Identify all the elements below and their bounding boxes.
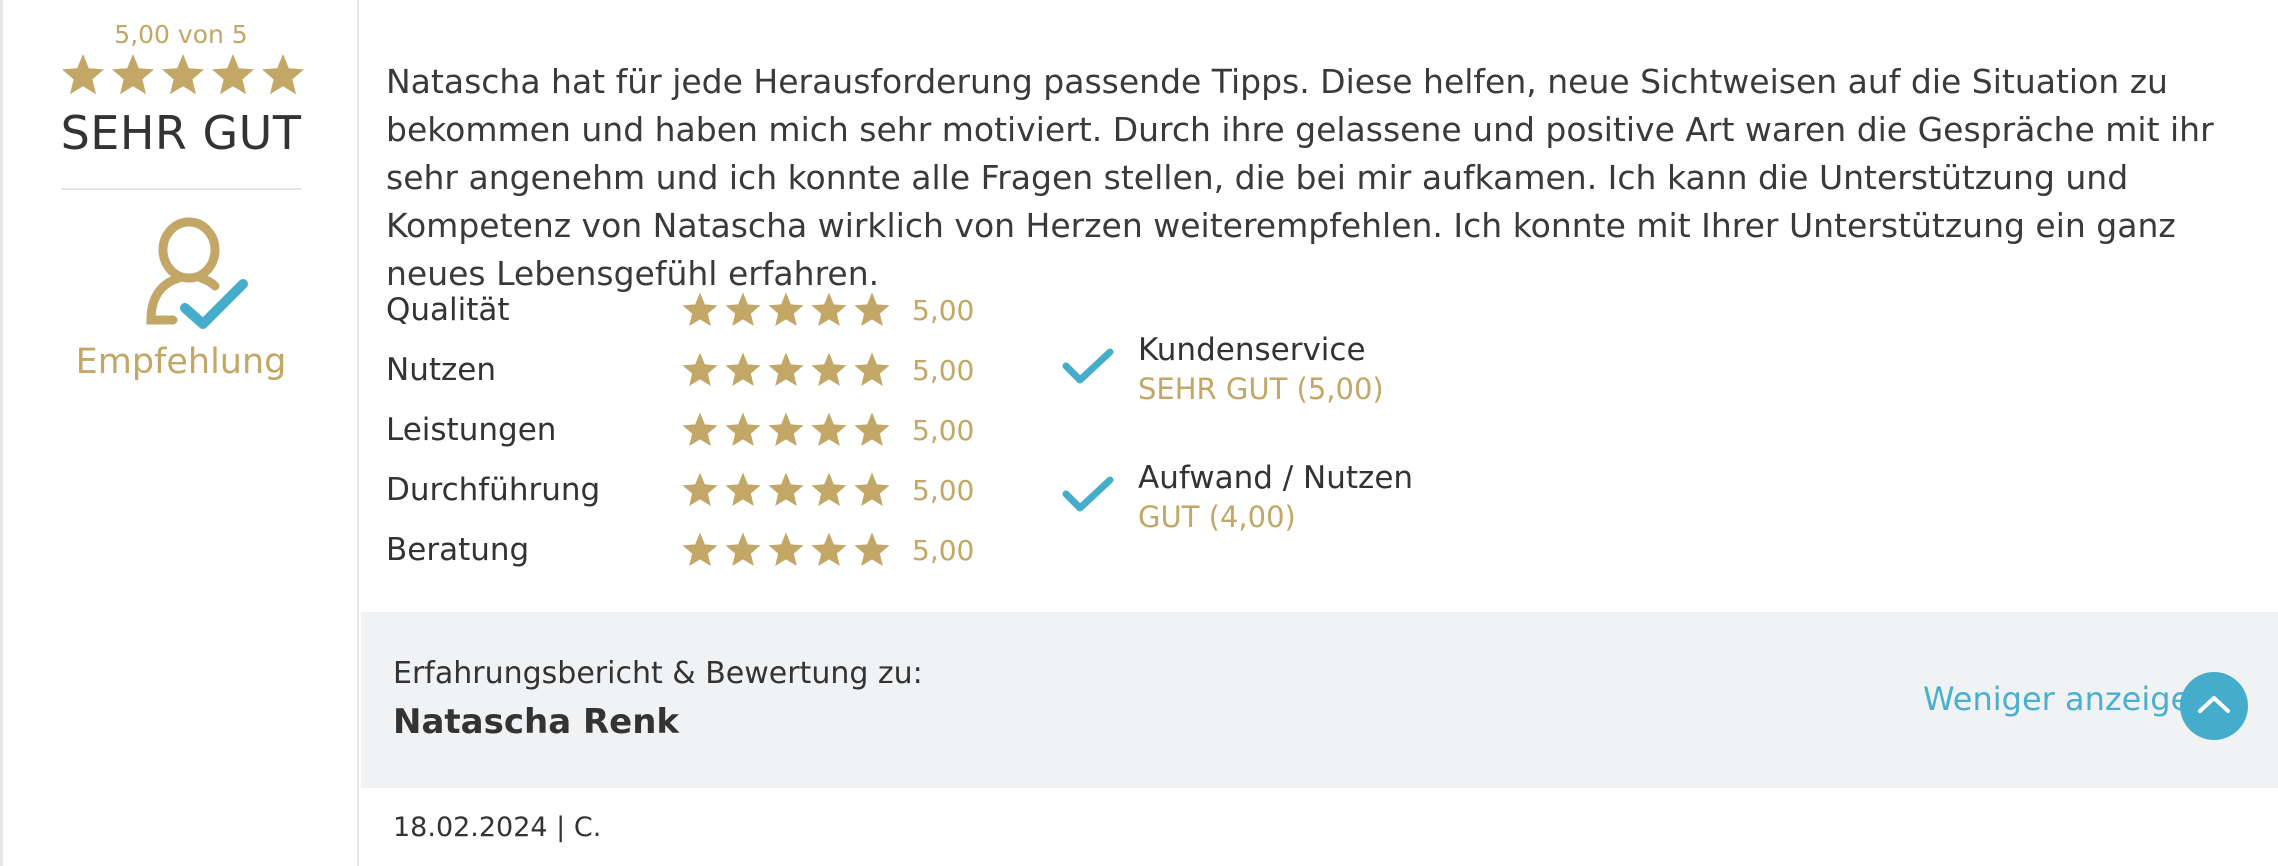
criteria-label: Durchführung xyxy=(386,472,601,508)
review-text: Natascha hat für jede Herausforderung pa… xyxy=(386,62,2214,293)
star-icon xyxy=(723,290,763,330)
star-icon xyxy=(680,470,720,510)
overall-stars xyxy=(59,51,309,99)
criteria-stars xyxy=(680,350,895,390)
star-icon xyxy=(852,410,892,450)
criteria-value: 5,00 xyxy=(912,294,975,327)
star-icon xyxy=(109,51,157,99)
chevron-up-icon xyxy=(2197,694,2231,718)
aspect-name: Aufwand / Nutzen xyxy=(1138,460,1414,496)
sidebar-divider xyxy=(61,188,301,190)
rating-sidebar: 5,00 von 5 SEHR GUT Empfehlung xyxy=(3,0,359,866)
star-icon xyxy=(809,350,849,390)
star-icon xyxy=(809,470,849,510)
show-less-link[interactable]: Weniger anzeigen xyxy=(1923,680,2211,718)
star-icon xyxy=(723,350,763,390)
star-icon xyxy=(723,530,763,570)
star-icon xyxy=(809,530,849,570)
star-icon xyxy=(159,51,207,99)
star-icon xyxy=(723,410,763,450)
review-footer: Erfahrungsbericht & Bewertung zu: Natasc… xyxy=(361,612,2278,788)
star-icon xyxy=(766,470,806,510)
star-icon xyxy=(852,470,892,510)
criteria-stars xyxy=(680,410,895,450)
review-date-author: 18.02.2024 | C. xyxy=(393,812,602,843)
review-card: 5,00 von 5 SEHR GUT Empfehlung Natascha … xyxy=(0,0,2278,866)
star-icon xyxy=(766,410,806,450)
star-icon xyxy=(809,410,849,450)
star-icon xyxy=(809,290,849,330)
criteria-value: 5,00 xyxy=(912,354,975,387)
criteria-label: Beratung xyxy=(386,532,530,568)
criteria-value: 5,00 xyxy=(912,534,975,567)
criteria-value: 5,00 xyxy=(912,414,975,447)
criteria-label: Leistungen xyxy=(386,412,557,448)
star-icon xyxy=(766,290,806,330)
criteria-stars xyxy=(680,290,895,330)
criteria-stars xyxy=(680,470,895,510)
criteria-label: Nutzen xyxy=(386,352,496,388)
star-icon xyxy=(852,290,892,330)
criteria-stars xyxy=(680,530,895,570)
user-check-icon xyxy=(143,212,263,332)
overall-score: 5,00 von 5 xyxy=(114,20,248,49)
star-icon xyxy=(209,51,257,99)
star-icon xyxy=(852,350,892,390)
star-icon xyxy=(259,51,307,99)
collapse-button[interactable] xyxy=(2180,672,2248,740)
star-icon xyxy=(723,470,763,510)
recommendation-label: Empfehlung xyxy=(75,342,287,382)
criteria-label: Qualität xyxy=(386,292,510,328)
star-icon xyxy=(680,410,720,450)
star-icon xyxy=(766,530,806,570)
aspect-grade: GUT (4,00) xyxy=(1138,500,1296,534)
star-icon xyxy=(680,290,720,330)
criteria-value: 5,00 xyxy=(912,474,975,507)
star-icon xyxy=(680,350,720,390)
overall-verdict: SEHR GUT xyxy=(60,106,302,160)
star-icon xyxy=(59,51,107,99)
star-icon xyxy=(680,530,720,570)
star-icon xyxy=(766,350,806,390)
aspect-grade: SEHR GUT (5,00) xyxy=(1138,372,1384,406)
aspect-name: Kundenservice xyxy=(1138,332,1366,368)
report-label: Erfahrungsbericht & Bewertung zu: xyxy=(393,656,923,691)
coach-name[interactable]: Natascha Renk xyxy=(393,702,679,742)
check-icon xyxy=(1062,346,1114,386)
star-icon xyxy=(852,530,892,570)
check-icon xyxy=(1062,474,1114,514)
